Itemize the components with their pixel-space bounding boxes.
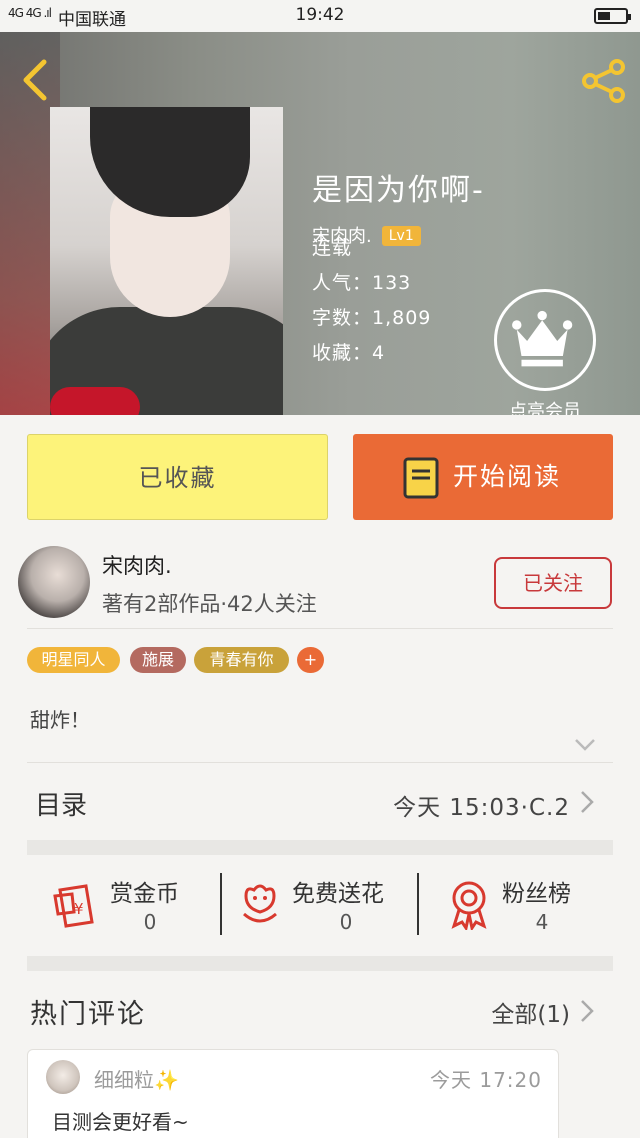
writer-stats: 著有2部作品·42人关注 — [102, 592, 317, 616]
stat-value: 4 — [535, 910, 549, 934]
medal-icon — [451, 881, 487, 930]
stat-label: 赏金币 — [110, 881, 179, 907]
book-popularity: 人气：133 — [312, 272, 412, 294]
divider — [27, 628, 613, 629]
comment-card[interactable]: 细细粒✨ 今天 17:20 目测会更好看~ — [27, 1049, 559, 1138]
tag-item[interactable]: 施展 — [130, 647, 186, 673]
chevron-right-icon — [581, 791, 594, 813]
start-reading-button[interactable]: 开始阅读 — [353, 434, 613, 520]
book-word-count: 字数：1,809 — [312, 307, 432, 329]
stat-value: 0 — [339, 910, 353, 934]
svg-text:¥: ¥ — [74, 900, 84, 918]
book-status: 连载 — [312, 237, 353, 259]
divider — [220, 873, 222, 935]
add-tag-button[interactable]: + — [297, 647, 324, 673]
tag-item[interactable]: 青春有你 — [194, 647, 289, 673]
writer-name[interactable]: 宋肉肉. — [102, 550, 172, 580]
section-gap — [27, 840, 613, 855]
stat-label: 免费送花 — [292, 881, 384, 907]
book-cover-image — [50, 107, 283, 415]
status-bar: 4G 4G .ıl 中国联通 19:42 — [0, 0, 640, 32]
book-header: 是因为你啊- 宋肉肉. Lv1 连载 人气：133 字数：1,809 收藏：4 点… — [0, 32, 640, 415]
flower-icon — [243, 884, 277, 923]
toc-label: 目录 — [35, 791, 88, 821]
chevron-right-icon[interactable] — [580, 999, 594, 1023]
stat-value: 0 — [143, 910, 157, 934]
stat-label: 粉丝榜 — [502, 881, 571, 907]
reward-coins[interactable]: ¥ 赏金币 0 — [52, 870, 212, 940]
divider — [27, 762, 613, 763]
all-comments-link[interactable]: 全部(1) — [491, 995, 570, 1029]
book-favorites: 收藏：4 — [312, 342, 386, 364]
book-icon — [403, 457, 439, 499]
toc-latest-chapter: 今天 15:03·C.2 — [393, 795, 570, 821]
back-arrow-icon[interactable] — [16, 56, 56, 104]
level-badge: Lv1 — [381, 226, 421, 246]
clock: 19:42 — [295, 5, 345, 25]
book-title: 是因为你啊- — [312, 173, 485, 208]
comment-text: 目测会更好看~ — [52, 1110, 189, 1134]
comment-time: 今天 17:20 — [430, 1068, 542, 1092]
vip-button[interactable] — [494, 289, 596, 391]
chevron-down-icon[interactable] — [574, 738, 596, 752]
battery-icon — [594, 8, 631, 24]
sparkle-icon: ✨ — [154, 1068, 179, 1092]
fan-ranking[interactable]: 粉丝榜 4 — [448, 870, 598, 940]
hot-comments-title: 热门评论 — [30, 999, 146, 1030]
divider — [417, 873, 419, 935]
red-envelope-icon: ¥ — [53, 884, 94, 928]
section-gap — [27, 956, 613, 971]
share-icon[interactable] — [580, 58, 628, 104]
commenter-name[interactable]: 细细粒✨ — [94, 1064, 179, 1093]
favorited-button[interactable]: 已收藏 — [27, 434, 328, 520]
crown-icon — [512, 310, 573, 367]
book-description: 甜炸！ — [30, 708, 90, 732]
writer-avatar[interactable] — [18, 546, 90, 618]
send-flowers[interactable]: 免费送花 0 — [240, 870, 410, 940]
tag-item[interactable]: 明星同人 — [27, 647, 120, 673]
start-reading-label: 开始阅读 — [453, 462, 562, 491]
followed-button[interactable]: 已关注 — [494, 557, 612, 609]
commenter-avatar[interactable] — [46, 1060, 80, 1094]
vip-label: 点亮会员 — [509, 401, 581, 415]
